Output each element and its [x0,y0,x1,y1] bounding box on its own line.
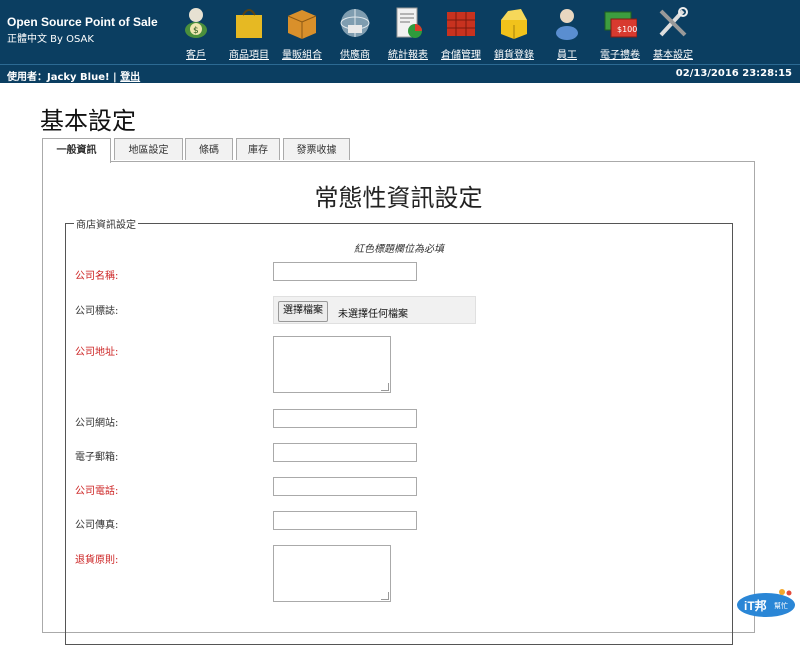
menu-label-customers: 客戶 [186,50,206,61]
menu-item-kits[interactable]: 量販組合 [273,6,331,62]
fax-label: 公司傳真: [75,520,119,531]
logout-link[interactable]: 登出 [120,72,140,83]
datetime: 02/13/2016 23:28:15 [675,68,792,79]
svg-text:$100: $100 [617,25,637,34]
menu-sales[interactable]: 銷貨登錄 [485,6,543,62]
settings-panel: 常態性資訊設定 商店資訊設定 紅色標題欄位為必填 公司名稱: 公司標誌: 選擇檔… [42,161,755,645]
tab-locale[interactable]: 地區設定 [114,138,183,160]
menu-label-items: 商品項目 [229,50,269,61]
config-tools-icon [659,7,688,37]
email-label: 電子郵箱: [75,452,119,463]
reports-chart-icon [396,7,422,38]
website-label: 公司網站: [75,418,119,429]
items-bag-icon [236,9,262,38]
tab-general-info[interactable]: 一般資訊 [42,138,111,163]
user-bar: 使用者：Jacky Blue! | 登出 02/13/2016 23:28:15 [0,64,800,83]
menu-config[interactable]: 基本設定 [644,6,702,62]
section-heading: 常態性資訊設定 [314,184,483,212]
page-title: 基本設定 [40,107,136,135]
choose-file-button[interactable]: 選擇檔案 [278,301,328,322]
ithome-watermark-logo: iT邦 幫忙 [737,589,795,617]
menu-customers[interactable]: $ 客戶 [167,6,225,62]
tab-receipt[interactable]: 發票收據 [283,138,350,160]
app-header: Open Source Point of Sale 正體中文 By OSAK $… [0,0,800,64]
sales-box-icon [501,9,527,39]
customer-icon: $ [185,8,207,38]
receivings-warehouse-icon [447,12,475,36]
menu-label-reports: 統計報表 [388,50,428,61]
file-status: 未選擇任何檔案 [338,309,408,320]
company-address-label: 公司地址: [75,347,119,358]
tab-stock[interactable]: 庫存 [236,138,280,160]
return-policy-label: 退貨原則: [75,555,119,566]
menu-items[interactable]: 商品項目 [220,6,278,62]
item-kits-box-icon [287,10,317,39]
company-logo-file-input: 選擇檔案 未選擇任何檔案 [273,296,476,324]
svg-text:iT邦: iT邦 [744,598,767,613]
phone-label: 公司電話: [75,486,119,497]
menu-label-giftcards: 電子禮卷 [600,50,640,61]
user-info: 使用者：Jacky Blue! | [7,72,117,83]
fieldset-legend: 商店資訊設定 [74,216,138,231]
fax-input[interactable] [273,511,417,530]
menu-receivings[interactable]: 倉儲管理 [432,6,490,62]
suppliers-globe-icon [340,9,370,37]
company-address-textarea[interactable] [273,336,391,393]
menu-reports[interactable]: 統計報表 [379,6,437,62]
menu-label-config: 基本設定 [653,50,693,61]
svg-text:幫忙: 幫忙 [774,601,788,610]
menu-label-item-kits: 量販組合 [282,50,322,61]
menu-label-suppliers: 供應商 [340,50,370,61]
menu-suppliers[interactable]: 供應商 [326,6,384,62]
phone-input[interactable] [273,477,417,496]
return-policy-textarea[interactable] [273,545,391,602]
store-info-fieldset: 商店資訊設定 紅色標題欄位為必填 公司名稱: 公司標誌: 選擇檔案 未選擇任何檔… [65,216,733,645]
menu-label-employees: 員工 [557,50,577,61]
menu-employees[interactable]: 員工 [538,6,596,62]
app-subtitle: 正體中文 By OSAK [7,34,94,45]
menu-label-receivings: 倉儲管理 [441,50,481,61]
required-note: 紅色標題欄位為必填 [354,244,444,255]
tab-barcode[interactable]: 條碼 [185,138,233,160]
website-input[interactable] [273,409,417,428]
app-title: Open Source Point of Sale [7,15,158,29]
menu-label-sales: 銷貨登錄 [494,50,534,61]
menu-giftcards[interactable]: $100 電子禮卷 [591,6,649,62]
company-name-input[interactable] [273,262,417,281]
employees-person-icon [556,9,578,40]
company-logo-label: 公司標誌: [75,306,119,317]
email-input[interactable] [273,443,417,462]
giftcards-icon: $100 [604,11,637,38]
company-name-label: 公司名稱: [75,271,119,282]
svg-text:$: $ [193,26,199,36]
